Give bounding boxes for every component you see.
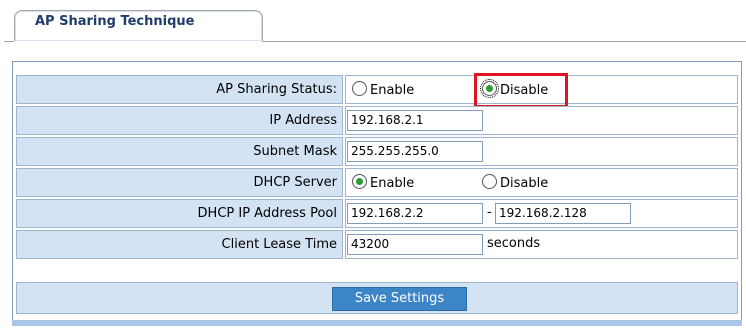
radio-selected-dot	[356, 178, 363, 185]
dhcp-pool-start-input[interactable]: 192.168.2.2	[347, 203, 483, 224]
dhcp-pool-label: DHCP IP Address Pool	[16, 199, 343, 228]
dhcp-pool-value-cell: 192.168.2.2 - 192.168.2.128	[345, 199, 738, 228]
row-dhcp-server: DHCP Server Enable Disable	[16, 168, 738, 197]
ap-sharing-disable-option[interactable]: Disable	[480, 79, 562, 99]
dhcp-pool-separator: -	[487, 205, 492, 220]
ip-address-input[interactable]: 192.168.2.1	[347, 110, 483, 131]
ap-sharing-enable-radio[interactable]	[352, 81, 367, 96]
subnet-mask-input[interactable]: 255.255.255.0	[347, 141, 483, 162]
client-lease-time-label: Client Lease Time	[16, 230, 343, 259]
dhcp-server-label: DHCP Server	[16, 168, 343, 197]
row-dhcp-pool: DHCP IP Address Pool 192.168.2.2 - 192.1…	[16, 199, 738, 228]
dhcp-disable-label: Disable	[500, 176, 549, 191]
ip-address-value-cell: 192.168.2.1	[345, 106, 738, 135]
row-client-lease-time: Client Lease Time 43200 seconds	[16, 230, 738, 259]
ap-sharing-status-value-cell: Enable Disable	[345, 73, 738, 108]
tab-strip: AP Sharing Technique	[0, 0, 746, 42]
client-lease-time-input[interactable]: 43200	[347, 234, 483, 255]
dhcp-enable-label: Enable	[370, 176, 415, 191]
save-settings-button[interactable]: Save Settings	[332, 287, 467, 311]
tab-title: AP Sharing Technique	[35, 14, 195, 29]
dhcp-server-value-cell: Enable Disable	[345, 168, 738, 197]
ap-sharing-enable-option[interactable]: Enable	[352, 81, 432, 99]
dhcp-enable-radio[interactable]	[352, 174, 367, 189]
dhcp-pool-end-input[interactable]: 192.168.2.128	[495, 203, 631, 224]
tab-divider-right	[262, 41, 746, 42]
subnet-mask-label: Subnet Mask	[16, 137, 343, 166]
subnet-mask-value-cell: 255.255.255.0	[345, 137, 738, 166]
panel-bottom-bar	[12, 320, 742, 326]
row-save: Save Settings	[16, 282, 738, 314]
ap-sharing-status-label: AP Sharing Status:	[16, 75, 343, 104]
tab-ap-sharing[interactable]: AP Sharing Technique	[14, 10, 263, 41]
row-ip-address: IP Address 192.168.2.1	[16, 106, 738, 135]
dhcp-enable-option[interactable]: Enable	[352, 174, 432, 192]
ip-address-label: IP Address	[16, 106, 343, 135]
radio-selected-dot	[486, 85, 493, 92]
tab-divider-left	[4, 41, 14, 42]
row-ap-sharing-status: AP Sharing Status: Enable Disable	[16, 73, 738, 108]
ap-sharing-disable-label: Disable	[500, 83, 549, 98]
client-lease-time-value-cell: 43200 seconds	[345, 230, 738, 259]
client-lease-time-unit: seconds	[487, 236, 541, 251]
row-subnet-mask: Subnet Mask 255.255.255.0	[16, 137, 738, 166]
dhcp-disable-radio[interactable]	[482, 174, 497, 189]
ap-sharing-disable-radio[interactable]	[480, 79, 499, 98]
ap-sharing-enable-label: Enable	[370, 83, 415, 98]
dhcp-disable-option[interactable]: Disable	[482, 174, 562, 192]
